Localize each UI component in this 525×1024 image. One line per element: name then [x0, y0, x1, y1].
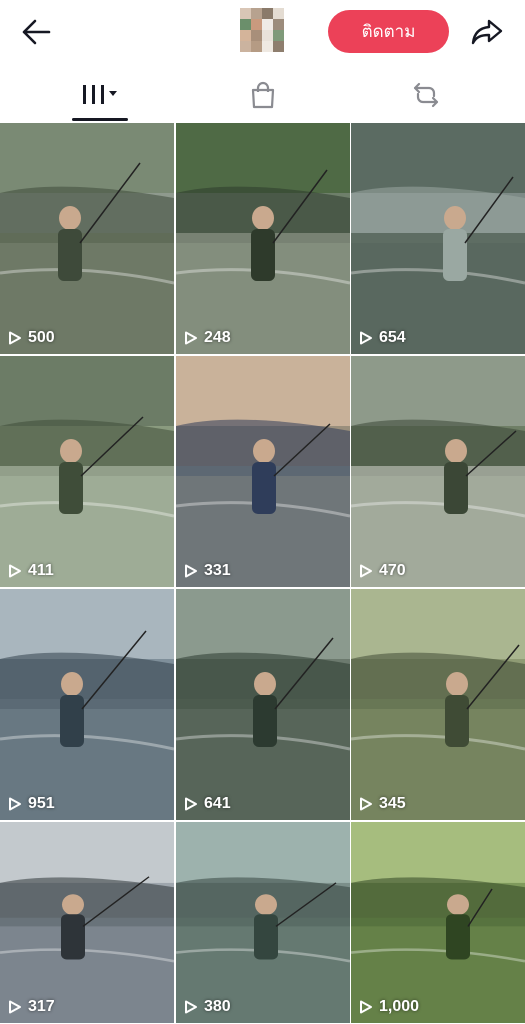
view-count: 654 — [359, 329, 406, 347]
view-count: 500 — [8, 329, 55, 347]
view-count-label: 951 — [28, 795, 55, 812]
thumbnail-image — [176, 356, 350, 587]
thumbnail-image — [351, 589, 525, 820]
top-bar: ติดตาม — [0, 0, 525, 66]
play-icon — [9, 797, 21, 811]
play-icon — [185, 331, 197, 345]
tab-reposts[interactable] — [338, 66, 513, 123]
video-thumbnail[interactable]: 470 — [351, 356, 525, 587]
follow-button[interactable]: ติดตาม — [328, 10, 449, 53]
thumbnail-image — [0, 822, 174, 1023]
tab-shop[interactable] — [175, 66, 350, 123]
view-count: 951 — [8, 795, 55, 813]
view-count: 248 — [184, 329, 231, 347]
video-thumbnail[interactable]: 331 — [176, 356, 350, 587]
video-thumbnail[interactable]: 500 — [0, 123, 174, 354]
view-count: 317 — [8, 998, 55, 1016]
video-thumbnail[interactable]: 654 — [351, 123, 525, 354]
share-button[interactable] — [468, 14, 506, 50]
video-thumbnail[interactable]: 1,000 — [351, 822, 525, 1023]
thumbnail-image — [351, 356, 525, 587]
view-count-label: 380 — [204, 998, 231, 1015]
video-thumbnail[interactable]: 248 — [176, 123, 350, 354]
view-count: 380 — [184, 998, 231, 1016]
view-count-label: 248 — [204, 329, 231, 346]
view-count: 470 — [359, 562, 406, 580]
play-icon — [9, 1000, 21, 1014]
grid-icon — [82, 84, 117, 104]
play-icon — [360, 1000, 372, 1014]
thumbnail-image — [176, 822, 350, 1023]
view-count: 345 — [359, 795, 406, 813]
thumbnail-image — [0, 356, 174, 587]
view-count-label: 411 — [28, 562, 54, 579]
play-icon — [185, 564, 197, 578]
view-count-label: 1,000 — [379, 998, 420, 1015]
video-thumbnail[interactable]: 345 — [351, 589, 525, 820]
thumbnail-image — [351, 822, 525, 1023]
play-icon — [360, 564, 372, 578]
back-button[interactable] — [18, 14, 54, 50]
view-count-label: 470 — [379, 562, 406, 579]
view-count-label: 317 — [28, 998, 55, 1015]
thumbnail-image — [351, 123, 525, 354]
play-icon — [185, 1000, 197, 1014]
view-count: 641 — [184, 795, 231, 813]
video-thumbnail[interactable]: 317 — [0, 822, 174, 1023]
play-icon — [185, 797, 197, 811]
video-thumbnail[interactable]: 641 — [176, 589, 350, 820]
profile-tabs — [0, 66, 525, 123]
tab-videos[interactable] — [12, 66, 187, 123]
arrow-left-icon — [22, 19, 51, 45]
view-count-label: 641 — [204, 795, 231, 812]
view-count-label: 654 — [379, 329, 406, 346]
play-icon — [360, 797, 372, 811]
view-count-label: 331 — [204, 562, 231, 579]
thumbnail-image — [176, 589, 350, 820]
video-thumbnail[interactable]: 380 — [176, 822, 350, 1023]
video-thumbnail[interactable]: 411 — [0, 356, 174, 587]
view-count-label: 345 — [379, 795, 406, 812]
thumbnail-image — [0, 123, 174, 354]
thumbnail-image — [176, 123, 350, 354]
play-icon — [360, 331, 372, 345]
profile-avatar[interactable] — [240, 8, 284, 52]
play-icon — [9, 564, 21, 578]
view-count-label: 500 — [28, 329, 55, 346]
active-tab-indicator — [72, 118, 128, 121]
view-count: 1,000 — [359, 998, 419, 1016]
view-count: 411 — [8, 562, 54, 580]
shopping-bag-icon — [251, 81, 274, 108]
view-count: 331 — [184, 562, 231, 580]
play-icon — [9, 331, 21, 345]
thumbnail-image — [0, 589, 174, 820]
video-thumbnail[interactable]: 951 — [0, 589, 174, 820]
repost-icon — [413, 82, 438, 107]
share-arrow-icon — [471, 19, 503, 45]
